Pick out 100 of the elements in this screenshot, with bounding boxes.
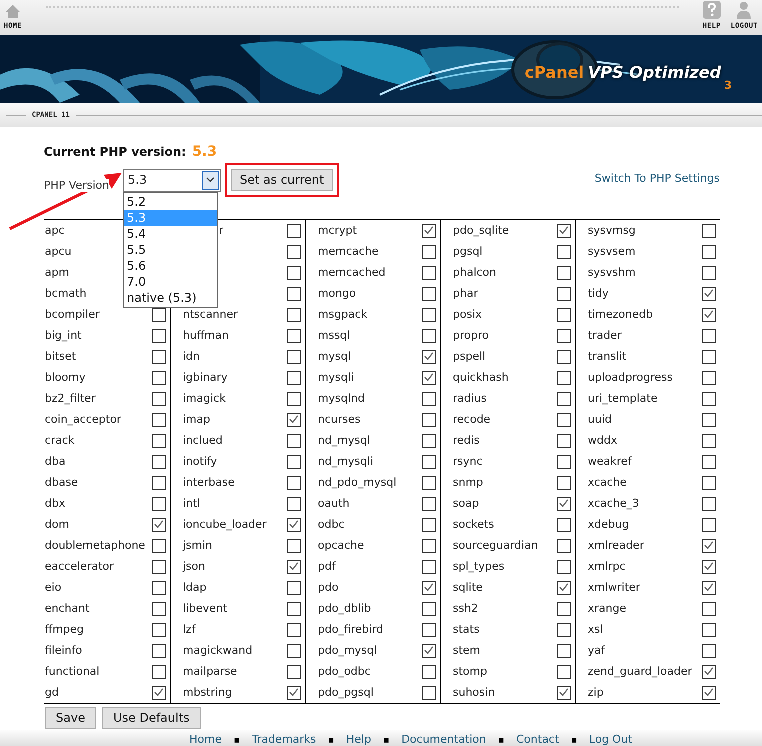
checkbox[interactable] xyxy=(152,538,166,552)
checkbox[interactable] xyxy=(557,308,571,322)
save-button[interactable]: Save xyxy=(45,707,96,729)
checkbox[interactable] xyxy=(152,602,166,616)
checkbox[interactable] xyxy=(557,392,571,406)
dropdown-option[interactable]: 5.4 xyxy=(124,226,217,242)
version-select[interactable]: 5.3 xyxy=(123,168,221,192)
checkbox[interactable] xyxy=(557,622,571,636)
checkbox[interactable] xyxy=(557,244,571,258)
footer-link[interactable]: Help xyxy=(346,733,372,746)
checkbox[interactable] xyxy=(557,602,571,616)
checkbox[interactable] xyxy=(152,454,166,468)
checkbox[interactable] xyxy=(152,664,166,678)
checkbox[interactable] xyxy=(422,496,436,510)
checkbox[interactable] xyxy=(152,328,166,342)
checkbox[interactable] xyxy=(702,476,716,490)
checkbox[interactable] xyxy=(702,434,716,448)
checkbox[interactable] xyxy=(702,622,716,636)
defaults-button[interactable]: Use Defaults xyxy=(102,707,201,729)
checkbox[interactable] xyxy=(422,476,436,490)
checkbox[interactable] xyxy=(287,580,301,594)
checkbox[interactable] xyxy=(287,266,301,280)
checkbox[interactable] xyxy=(702,560,716,574)
checkbox[interactable] xyxy=(422,350,436,364)
checkbox[interactable] xyxy=(557,686,571,700)
checkbox[interactable] xyxy=(152,476,166,490)
checkbox[interactable] xyxy=(152,496,166,510)
checkbox[interactable] xyxy=(702,496,716,510)
footer-link[interactable]: Documentation xyxy=(402,733,486,746)
checkbox[interactable] xyxy=(152,560,166,574)
checkbox[interactable] xyxy=(422,538,436,552)
checkbox[interactable] xyxy=(152,622,166,636)
checkbox[interactable] xyxy=(422,644,436,658)
checkbox[interactable] xyxy=(557,496,571,510)
checkbox[interactable] xyxy=(557,434,571,448)
checkbox[interactable] xyxy=(287,454,301,468)
checkbox[interactable] xyxy=(152,434,166,448)
checkbox[interactable] xyxy=(702,392,716,406)
checkbox[interactable] xyxy=(422,266,436,280)
checkbox[interactable] xyxy=(702,602,716,616)
checkbox[interactable] xyxy=(287,370,301,384)
checkbox[interactable] xyxy=(287,602,301,616)
checkbox[interactable] xyxy=(702,664,716,678)
checkbox[interactable] xyxy=(557,454,571,468)
checkbox[interactable] xyxy=(702,412,716,426)
checkbox[interactable] xyxy=(557,580,571,594)
checkbox[interactable] xyxy=(557,412,571,426)
checkbox[interactable] xyxy=(702,538,716,552)
checkbox[interactable] xyxy=(702,266,716,280)
checkbox[interactable] xyxy=(287,308,301,322)
checkbox[interactable] xyxy=(287,644,301,658)
checkbox[interactable] xyxy=(702,686,716,700)
checkbox[interactable] xyxy=(702,454,716,468)
checkbox[interactable] xyxy=(422,434,436,448)
checkbox[interactable] xyxy=(152,370,166,384)
checkbox[interactable] xyxy=(702,644,716,658)
checkbox[interactable] xyxy=(422,412,436,426)
checkbox[interactable] xyxy=(287,434,301,448)
checkbox[interactable] xyxy=(422,602,436,616)
checkbox[interactable] xyxy=(557,286,571,300)
checkbox[interactable] xyxy=(702,350,716,364)
checkbox[interactable] xyxy=(702,328,716,342)
checkbox[interactable] xyxy=(152,644,166,658)
set-current-button[interactable]: Set as current xyxy=(231,169,334,191)
checkbox[interactable] xyxy=(287,518,301,532)
checkbox[interactable] xyxy=(287,392,301,406)
checkbox[interactable] xyxy=(287,328,301,342)
footer-link[interactable]: Trademarks xyxy=(252,733,316,746)
checkbox[interactable] xyxy=(422,224,436,238)
checkbox[interactable] xyxy=(702,580,716,594)
checkbox[interactable] xyxy=(557,664,571,678)
checkbox[interactable] xyxy=(152,580,166,594)
checkbox[interactable] xyxy=(287,560,301,574)
checkbox[interactable] xyxy=(557,350,571,364)
checkbox[interactable] xyxy=(557,328,571,342)
footer-link[interactable]: Log Out xyxy=(589,733,632,746)
checkbox[interactable] xyxy=(422,286,436,300)
footer-link[interactable]: Contact xyxy=(516,733,560,746)
footer-link[interactable]: Home xyxy=(189,733,222,746)
checkbox[interactable] xyxy=(287,350,301,364)
checkbox[interactable] xyxy=(152,686,166,700)
checkbox[interactable] xyxy=(287,224,301,238)
checkbox[interactable] xyxy=(287,538,301,552)
checkbox[interactable] xyxy=(422,580,436,594)
checkbox[interactable] xyxy=(422,560,436,574)
checkbox[interactable] xyxy=(557,560,571,574)
checkbox[interactable] xyxy=(557,266,571,280)
checkbox[interactable] xyxy=(557,518,571,532)
checkbox[interactable] xyxy=(702,518,716,532)
checkbox[interactable] xyxy=(702,286,716,300)
checkbox[interactable] xyxy=(422,244,436,258)
checkbox[interactable] xyxy=(422,686,436,700)
checkbox[interactable] xyxy=(152,412,166,426)
checkbox[interactable] xyxy=(152,518,166,532)
checkbox[interactable] xyxy=(702,244,716,258)
checkbox[interactable] xyxy=(702,308,716,322)
checkbox[interactable] xyxy=(702,370,716,384)
checkbox[interactable] xyxy=(287,412,301,426)
checkbox[interactable] xyxy=(422,328,436,342)
checkbox[interactable] xyxy=(152,308,166,322)
